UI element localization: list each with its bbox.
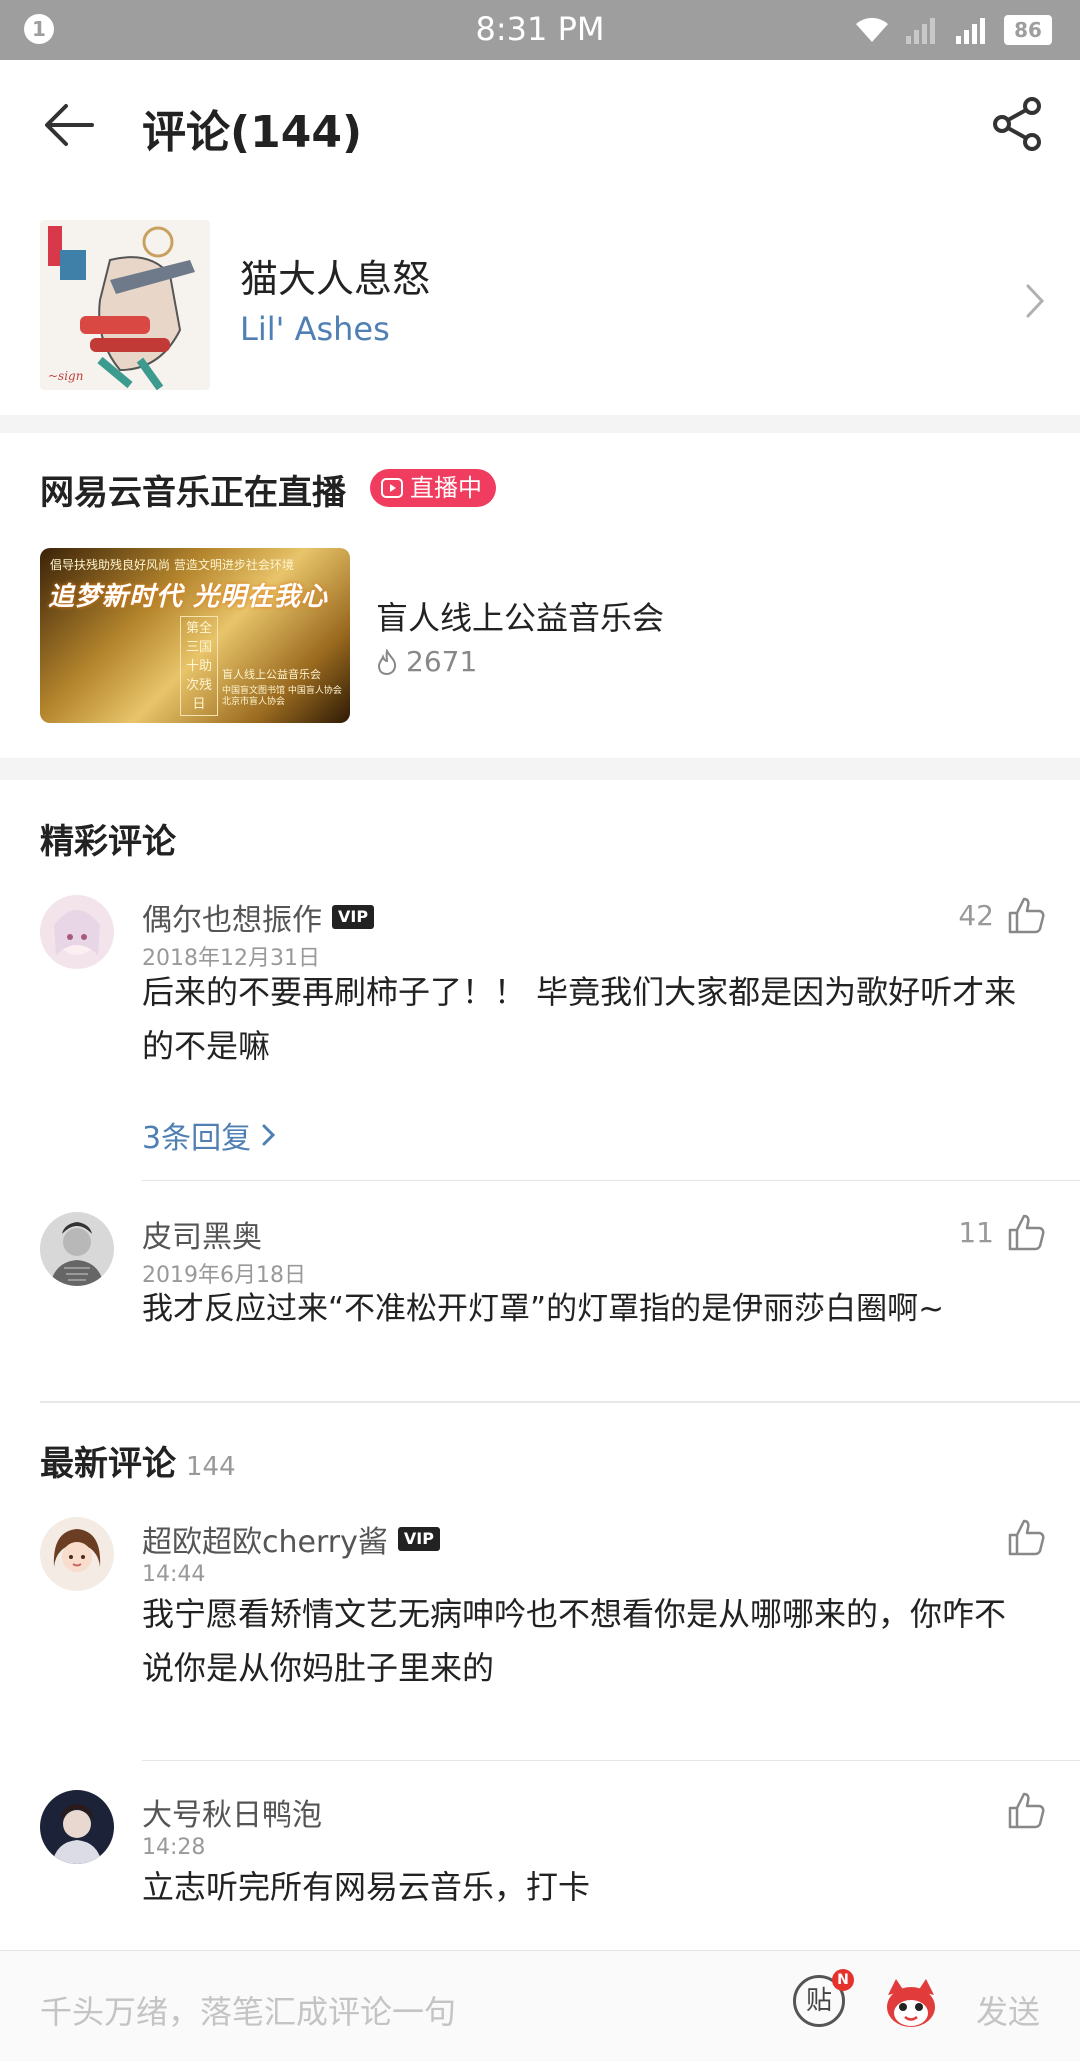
thumbnail-headline: 追梦新时代 光明在我心 xyxy=(48,582,329,612)
live-badge-label: 直播中 xyxy=(410,474,482,502)
comment-item: 偶尔也想振作 VIP 2018年12月31日 42 后来的不要再刷柿子了！！ 毕… xyxy=(0,895,1080,1195)
thumbs-up-icon xyxy=(1008,1519,1045,1556)
comment-date: 14:28 xyxy=(142,1835,206,1860)
like-button[interactable]: 11 xyxy=(958,1212,1046,1252)
username-text: 偶尔也想振作 xyxy=(142,903,322,938)
live-section: 网易云音乐正在直播 直播中 倡导扶残助残良好风尚 营造文明进步社会环境 追梦新时… xyxy=(0,433,1080,758)
live-count: 2671 xyxy=(406,645,478,678)
comment-item: 皮司黑奥 2019年6月18日 11 我才反应过来“不准松开灯罩”的灯罩指的是伊… xyxy=(0,1212,1080,1362)
thumbnail-vertical-text: 第全三国十助次残日 xyxy=(180,616,218,716)
featured-title-label: 精彩评论 xyxy=(40,822,176,862)
like-button[interactable] xyxy=(1006,1790,1046,1830)
avatar[interactable] xyxy=(40,895,114,969)
avatar[interactable] xyxy=(40,1790,114,1864)
back-arrow-icon[interactable] xyxy=(40,100,100,150)
live-thumbnail[interactable]: 倡导扶残助残良好风尚 营造文明进步社会环境 追梦新时代 光明在我心 第全三国十助… xyxy=(40,548,350,723)
thumbnail-organizers: 中国盲文图书馆 中国盲人协会 北京市盲人协会 xyxy=(222,686,342,707)
chevron-right-icon xyxy=(262,1124,276,1146)
comment-text: 立志听完所有网易云音乐，打卡 xyxy=(142,1868,591,1906)
username-text: 超欧超欧cherry酱 xyxy=(142,1525,388,1560)
comment-item: 大号秋日鸭泡 14:28 立志听完所有网易云音乐，打卡 xyxy=(0,1790,1080,1950)
featured-comments-title: 精彩评论 xyxy=(40,814,176,863)
like-count: 42 xyxy=(958,898,994,932)
play-icon xyxy=(381,478,403,498)
song-artist[interactable]: Lil' Ashes xyxy=(240,310,390,348)
avatar[interactable] xyxy=(40,1517,114,1591)
latest-comments-title: 最新评论 144 xyxy=(40,1436,236,1485)
thumbs-up-icon xyxy=(1008,1214,1045,1251)
live-badge[interactable]: 直播中 xyxy=(370,469,496,507)
status-bar: 1 8:31 PM 86 xyxy=(0,0,1080,60)
section-divider xyxy=(40,1401,1080,1403)
comment-input-bar: 千头万绪，落笔汇成评论一句 贴 N 发送 xyxy=(0,1950,1080,2061)
username-text: 皮司黑奥 xyxy=(142,1220,262,1255)
song-card[interactable]: ~sign 猫大人息怒 Lil' Ashes xyxy=(0,190,1080,415)
comment-text: 后来的不要再刷柿子了！！ 毕竟我们大家都是因为歌好听才来的不是嘛 xyxy=(142,973,1017,1065)
comment-item: 超欧超欧cherry酱 VIP 14:44 我宁愿看矫情文艺无病呻吟也不想看你是… xyxy=(0,1517,1080,1747)
divider xyxy=(142,1760,1080,1761)
page-title: 评论(144) xyxy=(142,107,363,158)
thumbnail-slogan: 倡导扶残助残良好风尚 营造文明进步社会环境 xyxy=(50,558,294,572)
thumbnail-event-name: 盲人线上公益音乐会 xyxy=(222,668,321,681)
latest-title-label: 最新评论 xyxy=(40,1444,176,1484)
like-count: 11 xyxy=(958,1215,994,1249)
thumbs-up-icon xyxy=(1008,897,1045,934)
live-popularity: 2671 xyxy=(376,645,477,678)
comment-text: 我才反应过来“不准松开灯罩”的灯罩指的是伊丽莎白圈啊~ xyxy=(142,1291,945,1327)
status-icons: 86 xyxy=(854,14,1052,46)
wifi-icon xyxy=(856,17,888,42)
new-badge: N xyxy=(832,1969,854,1991)
signal-icon xyxy=(956,18,985,44)
comment-username[interactable]: 皮司黑奥 xyxy=(142,1212,262,1256)
like-button[interactable]: 42 xyxy=(958,895,1046,935)
comments-panel: 精彩评论 偶尔也想振作 VIP 2018年12月31日 42 后来的不要再刷柿子… xyxy=(0,780,1080,1950)
live-heading: 网易云音乐正在直播 xyxy=(40,473,346,513)
thumbs-up-icon xyxy=(1008,1792,1045,1829)
battery-indicator: 86 xyxy=(1004,15,1052,45)
song-title: 猫大人息怒 xyxy=(240,257,431,301)
comment-username[interactable]: 偶尔也想振作 VIP xyxy=(142,895,375,939)
chevron-right-icon xyxy=(1026,284,1045,318)
like-button[interactable] xyxy=(1006,1517,1046,1557)
vip-badge: VIP xyxy=(397,1527,440,1551)
latest-count: 144 xyxy=(186,1452,236,1482)
fire-icon xyxy=(377,648,397,675)
vip-badge: VIP xyxy=(332,905,375,929)
replies-label: 3条回复 xyxy=(142,1121,252,1156)
share-icon[interactable] xyxy=(990,96,1046,152)
header-bar: 评论(144) xyxy=(0,60,1080,190)
emoji-mascot-icon[interactable] xyxy=(880,1973,942,2035)
username-text: 大号秋日鸭泡 xyxy=(142,1798,322,1833)
view-replies-link[interactable]: 3条回复 xyxy=(142,1113,277,1157)
album-cover: ~sign xyxy=(40,220,210,390)
avatar[interactable] xyxy=(40,1212,114,1286)
comment-username[interactable]: 大号秋日鸭泡 xyxy=(142,1790,322,1834)
svg-text:~sign: ~sign xyxy=(48,369,83,383)
signal-icon xyxy=(906,18,935,44)
comment-text: 我宁愿看矫情文艺无病呻吟也不想看你是从哪哪来的，你咋不说你是从你妈肚子里来的 xyxy=(142,1595,1007,1687)
send-button[interactable]: 发送 xyxy=(976,1987,1040,2033)
comment-date: 14:44 xyxy=(142,1562,206,1587)
live-title[interactable]: 盲人线上公益音乐会 xyxy=(376,593,664,639)
comment-input[interactable]: 千头万绪，落笔汇成评论一句 xyxy=(40,1987,456,2033)
divider xyxy=(142,1180,1080,1181)
comment-username[interactable]: 超欧超欧cherry酱 VIP xyxy=(142,1517,440,1561)
